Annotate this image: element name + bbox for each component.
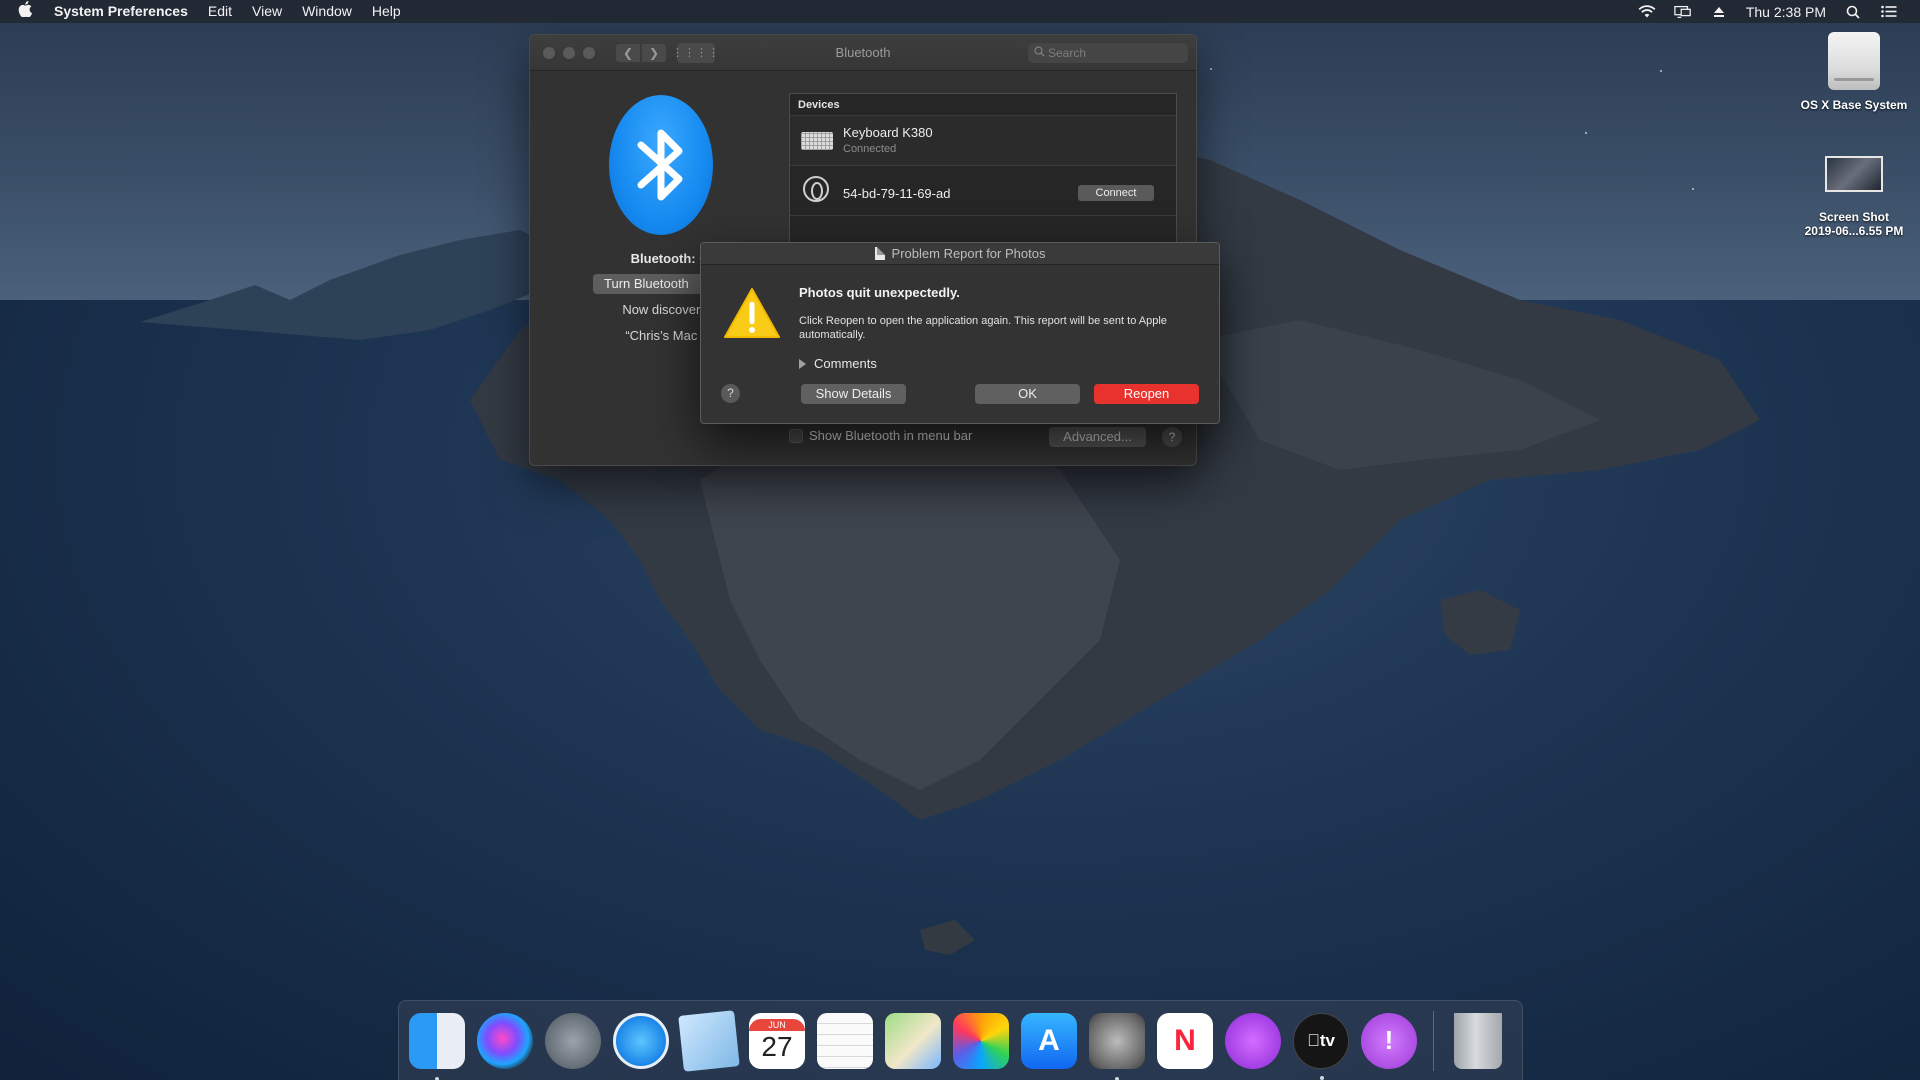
show-all-button[interactable]: ⋮⋮⋮⋮: [672, 42, 719, 63]
minimize-button[interactable]: [563, 46, 575, 59]
devices-header: Devices: [790, 94, 1176, 116]
calendar-day: 27: [761, 1030, 793, 1062]
dock-calendar-icon[interactable]: JUN 27: [749, 1012, 805, 1069]
chevron-left-icon: ❮: [622, 45, 634, 60]
show-in-menu-bar-checkbox[interactable]: [789, 429, 803, 443]
menu-edit[interactable]: Edit: [198, 0, 242, 23]
dock-finder-icon[interactable]: [409, 1012, 465, 1080]
show-in-menu-bar-label[interactable]: Show Bluetooth in menu bar: [809, 428, 972, 443]
dialog-titlebar[interactable]: Problem Report for Photos: [701, 243, 1219, 265]
connect-button[interactable]: Connect: [1078, 185, 1154, 201]
dock-safari-icon[interactable]: [613, 1012, 669, 1069]
problem-report-dialog: Problem Report for Photos Photos quit un…: [700, 242, 1220, 424]
trash-can-icon: [1454, 1012, 1502, 1069]
advanced-button[interactable]: Advanced...: [1049, 427, 1146, 447]
dialog-message: Click Reopen to open the application aga…: [799, 315, 1167, 341]
help-button[interactable]: ?: [1162, 427, 1182, 447]
desktop-icon-os-x-base-system[interactable]: OS X Base System: [1784, 32, 1920, 112]
spotlight-search-icon[interactable]: [1844, 5, 1862, 19]
ok-button[interactable]: OK: [975, 384, 1080, 404]
menu-help[interactable]: Help: [362, 0, 411, 23]
screenshot-thumbnail-icon: [1825, 156, 1883, 192]
forward-button[interactable]: ❯: [641, 42, 667, 63]
dialog-title: Problem Report for Photos: [891, 246, 1046, 261]
apple-menu-icon[interactable]: [18, 1, 38, 22]
menu-app-name[interactable]: System Preferences: [54, 0, 198, 23]
window-footer: Show Bluetooth in menu bar Advanced... ?: [789, 425, 1189, 447]
eject-icon[interactable]: [1710, 5, 1728, 19]
back-button[interactable]: ❮: [615, 42, 641, 63]
device-name: Keyboard K380: [843, 125, 933, 140]
dock-launchpad-icon[interactable]: [545, 1012, 601, 1069]
dock: JUN 27 A N tv !: [398, 1000, 1523, 1080]
dock-trash-icon[interactable]: [1450, 1012, 1506, 1069]
zoom-button[interactable]: [583, 46, 595, 59]
calendar-month: JUN: [749, 1018, 805, 1031]
desktop-icon-screen-shot[interactable]: Screen Shot 2019-06...6.55 PM: [1784, 156, 1920, 238]
dock-tv-icon[interactable]: tv: [1293, 1012, 1349, 1080]
dialog-help-button[interactable]: ?: [721, 384, 740, 403]
grid-icon: ⋮⋮⋮⋮: [672, 47, 720, 59]
search-placeholder: Search: [1048, 46, 1087, 60]
device-row-unknown[interactable]: 54-bd-79-11-69-ad Connect: [790, 166, 1176, 216]
menu-view[interactable]: View: [242, 0, 292, 23]
menubar-clock[interactable]: Thu 2:38 PM: [1746, 4, 1826, 20]
document-icon: [874, 247, 885, 260]
dock-maps-icon[interactable]: [885, 1012, 941, 1069]
window-controls: [543, 46, 595, 59]
dock-siri-icon[interactable]: [477, 1012, 533, 1069]
comments-disclosure[interactable]: Comments: [799, 356, 877, 371]
dock-podcasts-icon[interactable]: [1225, 1012, 1281, 1069]
dock-feedback-assistant-icon[interactable]: !: [1361, 1012, 1417, 1069]
bluetooth-logo-icon: [609, 95, 713, 235]
search-field[interactable]: Search: [1028, 43, 1188, 63]
wifi-icon[interactable]: [1638, 5, 1656, 19]
tv-label: tv: [1307, 1030, 1335, 1050]
menu-bar: System Preferences Edit View Window Help…: [0, 0, 1920, 23]
dock-photos-icon[interactable]: [953, 1012, 1009, 1069]
device-name: 54-bd-79-11-69-ad: [843, 186, 951, 201]
notification-center-icon[interactable]: [1880, 5, 1898, 19]
running-indicator: [1320, 1075, 1324, 1080]
running-indicator: [435, 1076, 439, 1080]
search-icon: [1034, 46, 1045, 60]
dialog-heading: Photos quit unexpectedly.: [799, 285, 960, 300]
show-details-button[interactable]: Show Details: [801, 384, 906, 404]
window-titlebar[interactable]: ❮ ❯ ⋮⋮⋮⋮ Bluetooth Search: [530, 35, 1196, 71]
warning-icon: [723, 287, 781, 344]
desktop-icon-label: OS X Base System: [1800, 98, 1908, 112]
dock-reminders-icon[interactable]: [817, 1012, 873, 1069]
comments-label: Comments: [814, 356, 877, 371]
dock-news-icon[interactable]: N: [1157, 1012, 1213, 1069]
close-button[interactable]: [543, 46, 555, 59]
desktop-icon-label: Screen Shot: [1818, 210, 1890, 224]
keyboard-icon: [801, 132, 833, 150]
desktop-icon-label-line2: 2019-06...6.55 PM: [1804, 224, 1904, 238]
menu-window[interactable]: Window: [292, 0, 362, 23]
device-status: Connected: [843, 143, 897, 155]
dock-separator: [1433, 1010, 1434, 1071]
speaker-icon: [803, 176, 829, 202]
navigation-buttons: ❮ ❯: [615, 42, 667, 63]
hard-drive-icon: [1828, 32, 1880, 90]
dock-app-store-icon[interactable]: A: [1021, 1012, 1077, 1069]
disclosure-triangle-icon: [799, 358, 806, 369]
device-row-keyboard[interactable]: Keyboard K380 Connected: [790, 116, 1176, 166]
dock-system-preferences-icon[interactable]: [1089, 1012, 1145, 1080]
dock-mail-icon[interactable]: [678, 1009, 740, 1072]
airplay-display-icon[interactable]: [1674, 5, 1692, 19]
running-indicator: [1115, 1076, 1119, 1080]
reopen-button[interactable]: Reopen: [1094, 384, 1199, 404]
chevron-right-icon: ❯: [648, 45, 660, 60]
